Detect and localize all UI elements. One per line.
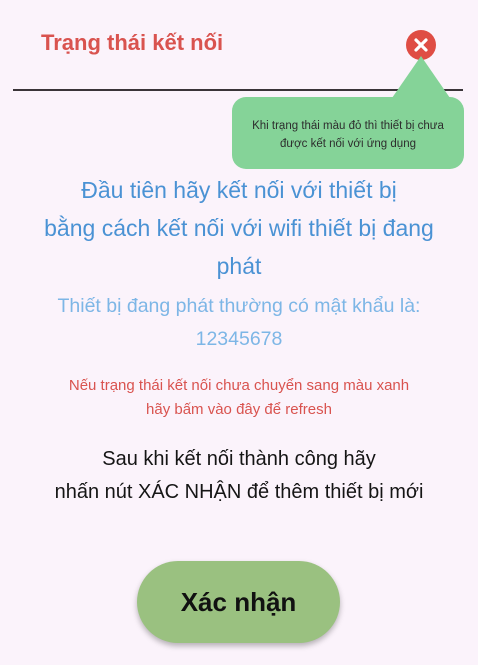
- password-instruction: Thiết bị đang phát thường có mật khẩu là…: [0, 290, 478, 356]
- password-label: Thiết bị đang phát thường có mật khẩu là…: [57, 295, 421, 317]
- final-instruction: Sau khi kết nối thành công hãy nhấn nút …: [0, 443, 478, 509]
- page-title: Trạng thái kết nối: [41, 30, 224, 55]
- confirm-button[interactable]: Xác nhận: [137, 561, 340, 643]
- refresh-line[interactable]: hãy bấm vào đây để refresh: [0, 398, 478, 422]
- tooltip-line: được kết nối với ứng dụng: [280, 138, 416, 150]
- tooltip-line: Khi trạng thái màu đỏ thì thiết bị chưa: [252, 120, 444, 132]
- instruction-line: Đầu tiên hãy kết nối với thiết bị: [81, 177, 397, 203]
- refresh-link[interactable]: Nếu trạng thái kết nối chưa chuyển sang …: [0, 374, 478, 422]
- connect-instruction: Đầu tiên hãy kết nối với thiết bị bằng c…: [0, 171, 478, 285]
- password-value: 12345678: [195, 328, 283, 350]
- tooltip-arrow: [392, 56, 450, 98]
- instruction-line: Sau khi kết nối thành công hãy: [102, 448, 376, 470]
- instruction-line: nhấn nút XÁC NHẬN để thêm thiết bị mới: [54, 481, 424, 503]
- instruction-line: phát: [216, 253, 262, 279]
- instruction-line: bằng cách kết nối với wifi thiết bị đang: [44, 215, 434, 241]
- refresh-line[interactable]: Nếu trạng thái kết nối chưa chuyển sang …: [0, 374, 478, 398]
- status-tooltip: Khi trạng thái màu đỏ thì thiết bị chưa …: [232, 97, 464, 169]
